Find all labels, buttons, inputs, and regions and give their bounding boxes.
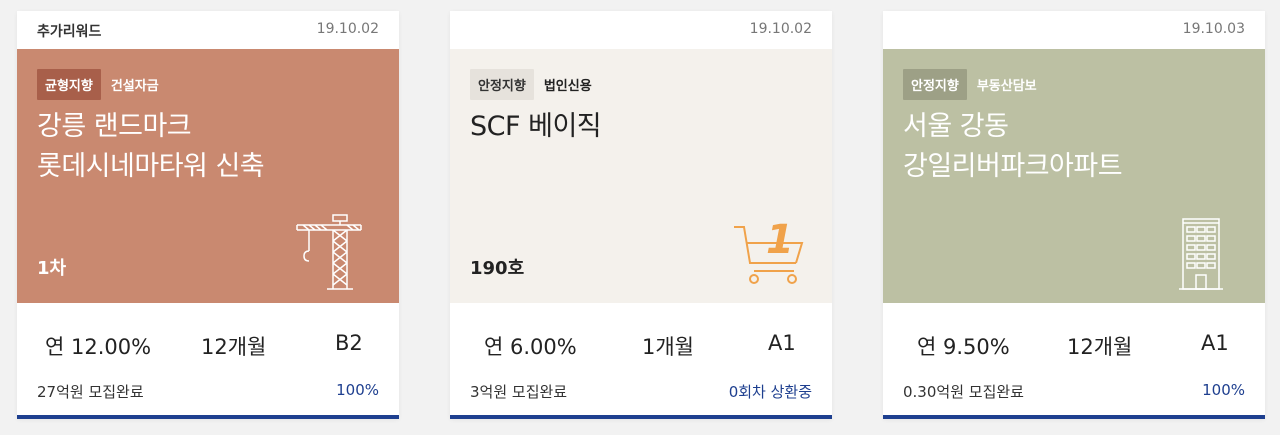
investment-period: 1개월 — [642, 335, 695, 359]
category-label: 법인신용 — [543, 79, 592, 94]
card-date: 19.10.02 — [749, 21, 812, 37]
funding-status: 0회차 상환중 — [728, 383, 812, 401]
interest-rate: 연 9.50% — [917, 335, 1010, 359]
credit-grade: B2 — [335, 331, 363, 355]
card-hero: 안정지향 법인신용 SCF 베이직 190호 1 — [450, 49, 832, 303]
apartment-building-icon — [1179, 218, 1223, 290]
investment-card-3[interactable]: 19.10.03 안정지향 부동산담보 서울 강동 강일리버파크아파트 연 9.… — [883, 11, 1265, 419]
card-header: 추가리워드 19.10.02 — [17, 11, 399, 49]
card-date: 19.10.03 — [1182, 21, 1245, 37]
category-label: 부동산담보 — [976, 79, 1037, 94]
cart-number: 1 — [766, 217, 794, 263]
card-date: 19.10.02 — [316, 21, 379, 37]
product-title: SCF 베이직 — [470, 107, 812, 147]
risk-badge: 균형지향 — [37, 69, 101, 100]
card-hero: 균형지향 건설자금 강릉 랜드마크 롯데시네마타워 신축 1차 — [17, 49, 399, 303]
investment-card-1[interactable]: 추가리워드 19.10.02 균형지향 건설자금 강릉 랜드마크 롯데시네마타워… — [17, 11, 399, 419]
card-hero: 안정지향 부동산담보 서울 강동 강일리버파크아파트 — [883, 49, 1265, 303]
crane-icon — [296, 214, 362, 290]
product-title: 서울 강동 강일리버파크아파트 — [903, 107, 1245, 187]
card-stats: 연 6.00% 1개월 A1 — [450, 331, 832, 361]
credit-grade: A1 — [1201, 331, 1229, 355]
investment-period: 12개월 — [1067, 335, 1133, 359]
card-bottom-line — [883, 415, 1265, 419]
category-label: 건설자금 — [110, 79, 159, 94]
extra-reward-label: 추가리워드 — [37, 24, 102, 40]
interest-rate: 연 12.00% — [45, 335, 152, 359]
funding-status: 100% — [1202, 381, 1245, 399]
product-title-line: 강릉 랜드마크 — [37, 111, 192, 142]
interest-rate: 연 6.00% — [484, 335, 577, 359]
product-title-line: 서울 강동 — [903, 111, 1009, 142]
card-header: 19.10.02 — [450, 11, 832, 49]
card-stats: 연 12.00% 12개월 B2 — [17, 331, 399, 361]
card-header: 19.10.03 — [883, 11, 1265, 49]
funding-status: 100% — [336, 381, 379, 399]
round-label: 1차 — [37, 258, 67, 279]
card-bottom-line — [17, 415, 399, 419]
credit-grade: A1 — [768, 331, 796, 355]
risk-badge: 안정지향 — [470, 69, 534, 100]
card-bottom-line — [450, 415, 832, 419]
risk-badge: 안정지향 — [903, 69, 967, 100]
round-label: 190호 — [470, 258, 525, 279]
card-stats: 연 9.50% 12개월 A1 — [883, 331, 1265, 361]
funding-amount: 0.30억원 모집완료 — [903, 383, 1024, 401]
product-title-line: 강일리버파크아파트 — [903, 151, 1123, 182]
product-title: 강릉 랜드마크 롯데시네마타워 신축 — [37, 107, 379, 187]
funding-amount: 27억원 모집완료 — [37, 383, 144, 401]
investment-card-2[interactable]: 19.10.02 안정지향 법인신용 SCF 베이직 190호 1 연 6.00… — [450, 11, 832, 419]
funding-amount: 3억원 모집완료 — [470, 383, 568, 401]
product-title-line: SCF 베이직 — [470, 111, 602, 142]
product-title-line: 롯데시네마타워 신축 — [37, 151, 265, 182]
investment-period: 12개월 — [201, 335, 267, 359]
